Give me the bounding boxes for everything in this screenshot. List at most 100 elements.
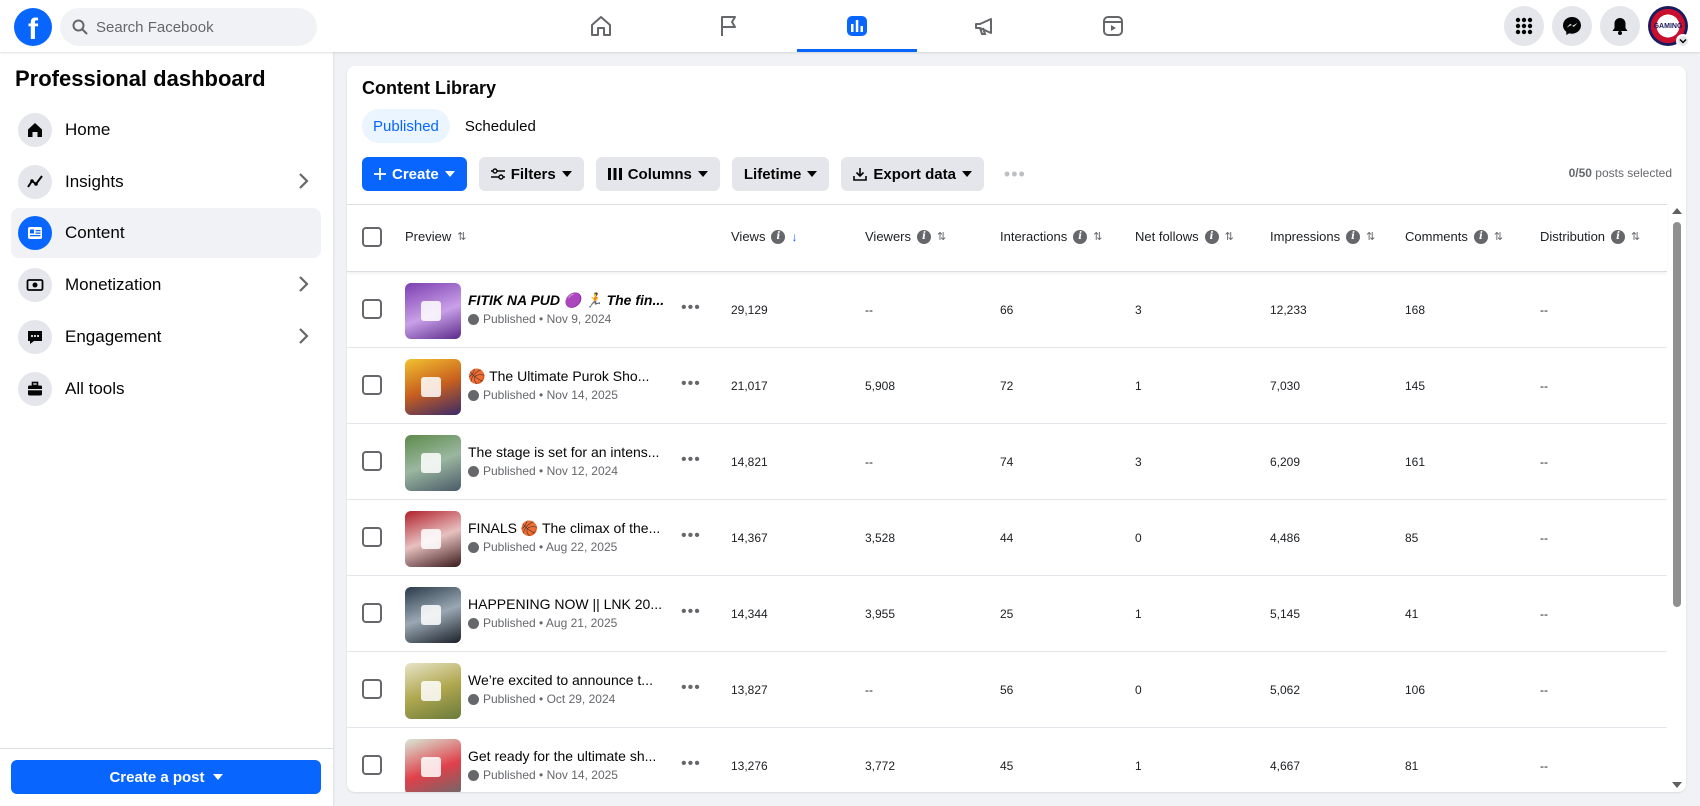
post-status: Published • Nov 14, 2025: [468, 768, 618, 782]
nav-tab-dashboard[interactable]: [793, 0, 921, 52]
row-checkbox[interactable]: [362, 527, 382, 547]
row-checkbox[interactable]: [362, 755, 382, 775]
notifications-button[interactable]: [1600, 6, 1640, 46]
sort-icon[interactable]: ⇅: [1366, 230, 1375, 243]
create-button[interactable]: Create: [362, 157, 467, 191]
row-more-button[interactable]: •••: [681, 375, 701, 393]
sidebar-item-label: All tools: [65, 379, 125, 398]
sort-icon[interactable]: ⇅: [1225, 230, 1234, 243]
row-checkbox[interactable]: [362, 603, 382, 623]
post-thumbnail[interactable]: [405, 435, 461, 491]
cell-comments: 161: [1405, 455, 1426, 469]
info-icon[interactable]: i: [1346, 229, 1361, 244]
menu-button[interactable]: [1504, 6, 1544, 46]
post-thumbnail[interactable]: [405, 587, 461, 643]
sort-icon[interactable]: ⇅: [1631, 230, 1640, 243]
info-icon[interactable]: i: [1473, 229, 1488, 244]
column-header-impressions[interactable]: Impressions i ⇅: [1270, 229, 1375, 244]
row-more-button[interactable]: •••: [681, 299, 701, 317]
facebook-logo[interactable]: f: [14, 8, 52, 46]
column-header-viewers[interactable]: Viewers i ⇅: [865, 229, 946, 244]
nav-tab-home[interactable]: [537, 0, 665, 52]
info-icon[interactable]: i: [1073, 229, 1088, 244]
row-more-button[interactable]: •••: [681, 679, 701, 697]
messenger-icon: [1563, 17, 1581, 35]
row-checkbox[interactable]: [362, 679, 382, 699]
sort-icon[interactable]: ⇅: [457, 230, 466, 243]
scroll-up-arrow[interactable]: [1672, 208, 1682, 214]
table-row[interactable]: 🏀 The Ultimate Purok Sho... Published • …: [347, 348, 1667, 424]
nav-tab-reels[interactable]: [1049, 0, 1177, 52]
scroll-down-arrow[interactable]: [1672, 782, 1682, 788]
row-checkbox[interactable]: [362, 451, 382, 471]
more-options-icon[interactable]: •••: [1004, 164, 1026, 185]
account-caret[interactable]: [1676, 34, 1690, 48]
post-title[interactable]: FINALS 🏀 The climax of the...: [468, 520, 668, 537]
sidebar-item-engagement[interactable]: Engagement: [11, 312, 321, 362]
content-table: Preview ⇅ Views i ↓ Viewers i ⇅ Interactions i…: [347, 204, 1667, 792]
nav-tab-ads[interactable]: [921, 0, 1049, 52]
sidebar-item-content[interactable]: Content: [11, 208, 321, 258]
sidebar-item-home[interactable]: Home: [11, 105, 321, 155]
export-data-button[interactable]: Export data: [841, 157, 984, 191]
sort-icon[interactable]: ⇅: [1494, 230, 1503, 243]
info-icon[interactable]: i: [917, 229, 932, 244]
sort-descending-icon[interactable]: ↓: [791, 230, 797, 244]
post-title[interactable]: 🏀 The Ultimate Purok Sho...: [468, 368, 668, 385]
cell-net-follows: 3: [1135, 455, 1142, 469]
column-header-views[interactable]: Views i ↓: [731, 229, 797, 244]
sidebar-item-insights[interactable]: Insights: [11, 157, 321, 207]
cell-net-follows: 0: [1135, 531, 1142, 545]
sort-icon[interactable]: ⇅: [1093, 230, 1102, 243]
column-header-interactions[interactable]: Interactions i ⇅: [1000, 229, 1102, 244]
nav-tab-pages[interactable]: [665, 0, 793, 52]
column-header-comments[interactable]: Comments i ⇅: [1405, 229, 1503, 244]
post-title[interactable]: The stage is set for an intens...: [468, 444, 668, 460]
tab-scheduled[interactable]: Scheduled: [454, 109, 547, 143]
post-thumbnail[interactable]: [405, 739, 461, 792]
table-row[interactable]: HAPPENING NOW || LNK 20... Published • A…: [347, 576, 1667, 652]
column-header-distribution[interactable]: Distribution i ⇅: [1540, 229, 1640, 244]
cell-impressions: 12,233: [1270, 303, 1307, 317]
row-more-button[interactable]: •••: [681, 527, 701, 545]
filters-button[interactable]: Filters: [478, 157, 584, 191]
row-more-button[interactable]: •••: [681, 603, 701, 621]
row-more-button[interactable]: •••: [681, 755, 701, 773]
messenger-button[interactable]: [1552, 6, 1592, 46]
table-row[interactable]: FINALS 🏀 The climax of the... Published …: [347, 500, 1667, 576]
table-row[interactable]: The stage is set for an intens... Publis…: [347, 424, 1667, 500]
table-row[interactable]: FITIK NA PUD 🟣 🏃 The fin... Published • …: [347, 272, 1667, 348]
sidebar-item-monetization[interactable]: Monetization: [11, 260, 321, 310]
post-title[interactable]: Get ready for the ultimate sh...: [468, 748, 668, 764]
row-checkbox[interactable]: [362, 299, 382, 319]
post-status-text: Published • Nov 9, 2024: [483, 312, 612, 326]
post-thumbnail[interactable]: [405, 663, 461, 719]
row-checkbox[interactable]: [362, 375, 382, 395]
info-icon[interactable]: i: [1611, 229, 1626, 244]
column-header-net-follows[interactable]: Net follows i ⇅: [1135, 229, 1234, 244]
create-post-button[interactable]: Create a post: [11, 760, 321, 794]
profile-avatar[interactable]: GAMING: [1648, 6, 1690, 48]
search-input[interactable]: [96, 18, 296, 36]
sort-icon[interactable]: ⇅: [937, 230, 946, 243]
column-header-preview[interactable]: Preview ⇅: [405, 229, 466, 244]
lifetime-button[interactable]: Lifetime: [731, 157, 830, 191]
post-thumbnail[interactable]: [405, 511, 461, 567]
post-title[interactable]: HAPPENING NOW || LNK 20...: [468, 596, 668, 612]
tab-published[interactable]: Published: [362, 109, 450, 143]
table-row[interactable]: Get ready for the ultimate sh... Publish…: [347, 728, 1667, 792]
post-title[interactable]: We’re excited to announce t...: [468, 672, 668, 688]
row-more-button[interactable]: •••: [681, 451, 701, 469]
columns-button[interactable]: Columns: [595, 157, 720, 191]
post-thumbnail[interactable]: [405, 283, 461, 339]
post-thumbnail[interactable]: [405, 359, 461, 415]
info-icon[interactable]: i: [771, 229, 786, 244]
info-icon[interactable]: i: [1204, 229, 1219, 244]
table-row[interactable]: We’re excited to announce t... Published…: [347, 652, 1667, 728]
search-box[interactable]: [60, 8, 317, 46]
select-all-checkbox[interactable]: [362, 227, 382, 247]
table-scrollbar[interactable]: [1670, 204, 1684, 792]
sidebar-item-all-tools[interactable]: All tools: [11, 364, 321, 414]
scroll-thumb[interactable]: [1673, 222, 1681, 607]
post-title[interactable]: FITIK NA PUD 🟣 🏃 The fin...: [468, 292, 668, 309]
